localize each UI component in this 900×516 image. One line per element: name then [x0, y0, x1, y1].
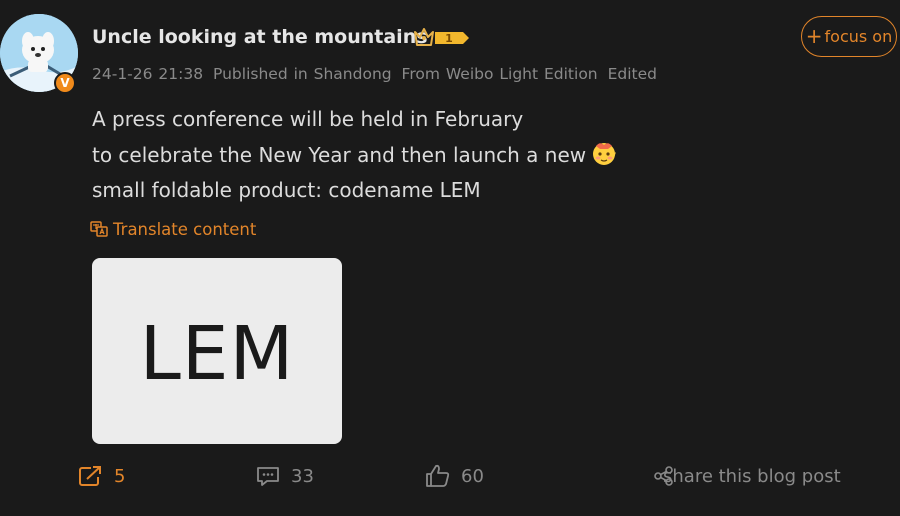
translate-content-link[interactable]: Translate content — [90, 220, 256, 239]
repost-button[interactable]: 5 — [78, 459, 125, 493]
crown-level-badge-icon[interactable]: 1 — [413, 26, 471, 50]
post-image[interactable]: LEM — [92, 258, 342, 444]
verified-badge-icon: V — [54, 72, 76, 94]
post-edited[interactable]: Edited — [608, 65, 657, 83]
follow-button-label: focus on — [824, 27, 893, 46]
translate-icon — [90, 221, 108, 237]
share-button[interactable]: share this blog post — [653, 459, 841, 493]
post-timestamp[interactable]: 24-1-26 21:38 — [92, 65, 203, 83]
post-meta: 24-1-26 21:38 Published in Shandong From… — [92, 65, 661, 83]
username[interactable]: Uncle looking at the mountains — [92, 26, 428, 48]
content-line-with-emoji: to celebrate the New Year and then launc… — [92, 138, 652, 174]
post-actions-bar: 5 33 60 share this blog post — [0, 459, 900, 493]
post-source[interactable]: From Weibo Light Edition — [402, 65, 598, 83]
content-line: small foldable product: codename LEM — [92, 178, 481, 202]
blushing-face-emoji-icon — [593, 142, 617, 165]
avatar-container[interactable]: V — [0, 14, 78, 94]
plus-icon: + — [805, 23, 823, 48]
comment-icon — [257, 467, 279, 486]
thumbs-up-icon — [426, 464, 450, 487]
translate-label: Translate content — [113, 220, 257, 239]
repost-count: 5 — [114, 465, 126, 487]
image-logo-text: LEM — [139, 311, 295, 397]
comment-count: 33 — [291, 465, 314, 487]
share-label: share this blog post — [663, 465, 841, 487]
post-content: A press conference will be held in Febru… — [92, 102, 652, 209]
comment-button[interactable]: 33 — [255, 459, 314, 493]
content-line: to celebrate the New Year and then launc… — [92, 142, 587, 167]
level-number: 1 — [445, 32, 453, 45]
post-location: Published in Shandong — [213, 65, 392, 83]
like-button[interactable]: 60 — [425, 459, 484, 493]
like-count: 60 — [461, 465, 484, 487]
follow-button[interactable]: + focus on — [801, 16, 897, 57]
content-line: A press conference will be held in Febru… — [92, 107, 524, 131]
repost-icon — [79, 466, 101, 486]
